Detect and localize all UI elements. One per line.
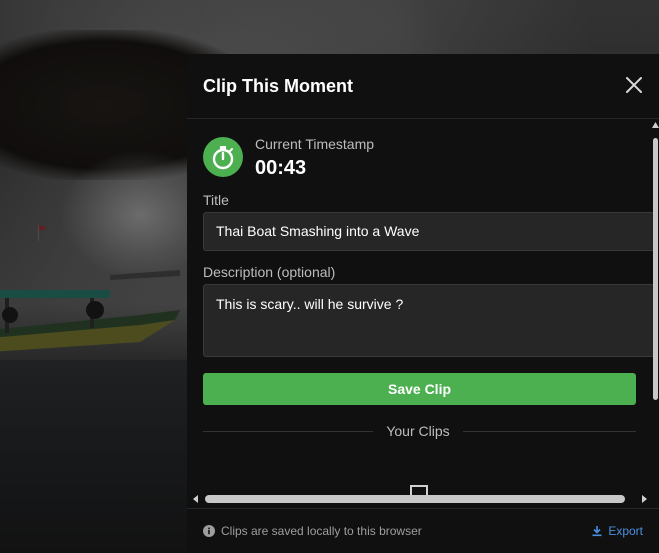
- panel-header: Clip This Moment: [187, 54, 659, 119]
- your-clips-heading: Your Clips: [386, 423, 450, 439]
- vertical-scrollbar-thumb[interactable]: [653, 138, 658, 400]
- scroll-left-arrow-icon[interactable]: [191, 494, 201, 504]
- download-icon: [592, 526, 602, 537]
- storage-note: Clips are saved locally to this browser: [203, 524, 422, 538]
- title-input[interactable]: Thai Boat Smashing into a Wave: [203, 212, 655, 251]
- export-link[interactable]: Export: [591, 524, 643, 538]
- divider-line-right: [463, 431, 636, 432]
- description-label: Description (optional): [203, 264, 336, 280]
- timestamp-value: 00:43: [255, 157, 307, 179]
- close-icon[interactable]: [623, 74, 645, 96]
- storage-note-text: Clips are saved locally to this browser: [221, 524, 422, 538]
- panel-content[interactable]: Current Timestamp 00:43 Title Thai Boat …: [187, 120, 659, 496]
- info-icon: [203, 525, 215, 537]
- vertical-scrollbar[interactable]: [652, 120, 659, 496]
- clip-panel: Clip This Moment Current Timestamp 00:43…: [187, 54, 659, 553]
- scroll-up-arrow-icon[interactable]: [652, 122, 659, 128]
- timestamp-label: Current Timestamp: [255, 136, 375, 152]
- export-label[interactable]: Export: [608, 524, 643, 538]
- scroll-right-arrow-icon[interactable]: [639, 494, 649, 504]
- stopwatch-icon: [203, 137, 243, 177]
- panel-title: Clip This Moment: [203, 76, 353, 96]
- horizontal-scrollbar[interactable]: [187, 494, 659, 504]
- divider-line-left: [203, 431, 373, 432]
- horizontal-scrollbar-thumb[interactable]: [205, 495, 625, 503]
- title-label: Title: [203, 192, 229, 208]
- save-clip-button[interactable]: Save Clip: [203, 373, 636, 405]
- panel-footer: Clips are saved locally to this browser …: [187, 508, 659, 553]
- description-textarea[interactable]: This is scary.. will he survive ?: [203, 284, 655, 357]
- your-clips-divider: Your Clips: [203, 421, 636, 441]
